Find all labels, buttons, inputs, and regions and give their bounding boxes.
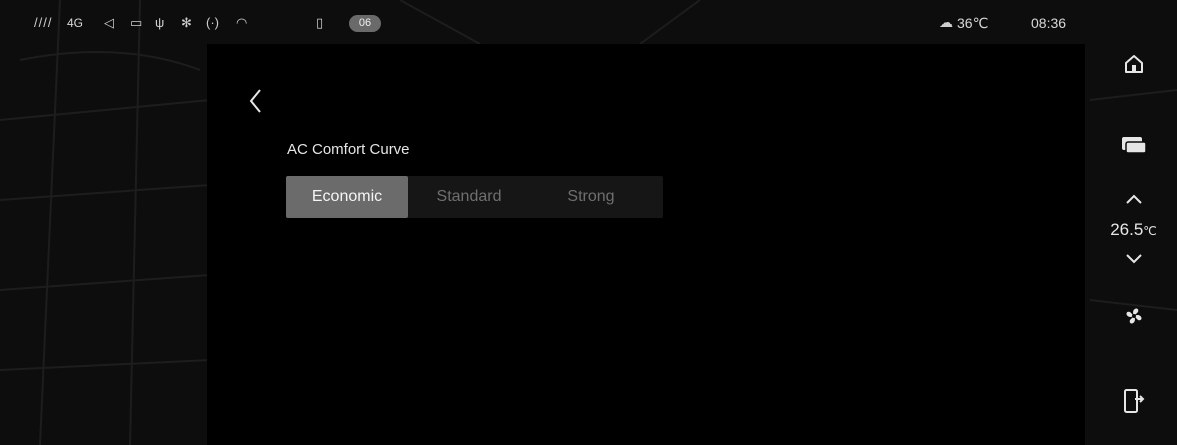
screens-icon [1121, 137, 1147, 154]
chevron-left-icon [249, 89, 261, 113]
right-dock: 26.5℃ [1090, 0, 1177, 445]
weather-icon: ☁ [939, 14, 953, 30]
signal-bars-icon: //// [34, 15, 53, 30]
hotspot-icon: (·) [206, 15, 219, 30]
home-button[interactable] [1090, 52, 1177, 81]
status-bar: //// 4G ◁ ▭ ψ ✻ (·) ◠ ▯ 06 ☁ 36℃ 08:36 [0, 0, 1090, 44]
temperature-unit: ℃ [1143, 224, 1157, 238]
notification-badge: 06 [349, 15, 381, 32]
option-economic[interactable]: Economic [286, 176, 408, 218]
usb-icon: ψ [155, 15, 165, 30]
clock: 08:36 [1031, 15, 1067, 31]
temperature-up-button[interactable] [1090, 192, 1177, 211]
chevron-up-icon [1125, 194, 1142, 204]
door-exit-icon [1123, 389, 1144, 413]
temperature-display: 26.5℃ [1090, 220, 1177, 240]
comfort-curve-selector: Economic Standard Strong [286, 176, 663, 218]
chevron-down-icon [1125, 254, 1142, 264]
multiscreen-button[interactable] [1090, 134, 1177, 161]
temperature-down-button[interactable] [1090, 252, 1177, 271]
fan-icon [1126, 308, 1141, 324]
bluetooth-icon: ✻ [181, 15, 192, 30]
screen-icon: ▭ [130, 15, 143, 30]
battery-icon: ▯ [316, 15, 324, 30]
option-strong[interactable]: Strong [530, 176, 652, 218]
temperature-value: 26.5 [1110, 220, 1144, 239]
section-title: AC Comfort Curve [287, 141, 410, 158]
home-icon [1124, 55, 1143, 73]
exit-button[interactable] [1090, 388, 1177, 419]
wifi-icon: ◠ [236, 15, 248, 30]
fan-button[interactable] [1090, 304, 1177, 333]
weather-temperature: 36℃ [957, 15, 989, 31]
speaker-icon: ◁ [104, 15, 114, 30]
option-standard[interactable]: Standard [408, 176, 530, 218]
back-button[interactable] [243, 86, 269, 116]
settings-panel [207, 44, 1085, 445]
network-type: 4G [67, 16, 84, 30]
